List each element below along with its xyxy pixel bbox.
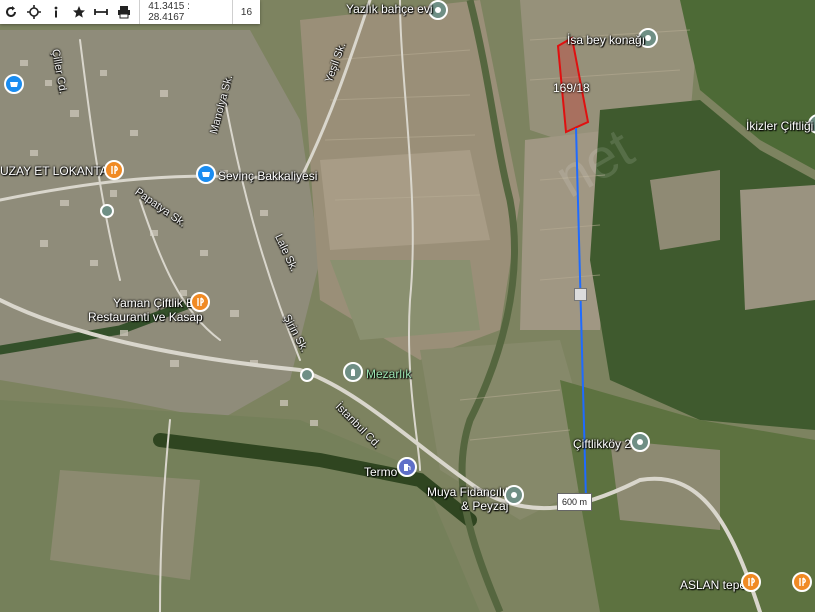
- measure-icon[interactable]: [90, 0, 113, 24]
- place-label-aslan[interactable]: ASLAN tepe: [680, 578, 746, 592]
- info-icon[interactable]: [45, 0, 68, 24]
- bus-stop-icon[interactable]: [300, 368, 314, 382]
- place-label-yaman-2[interactable]: Restauranti ve Kasap: [88, 310, 203, 324]
- zoom-level-readout: 16: [231, 0, 260, 24]
- place-label-muya-1[interactable]: Muya Fidancılık: [427, 485, 511, 499]
- place-pin-icon[interactable]: [504, 485, 524, 505]
- place-label-mezarlik[interactable]: Mezarlık: [366, 367, 411, 381]
- refresh-icon[interactable]: [0, 0, 23, 24]
- map-view[interactable]: net 169/18 600 m Çiller Cd. Yeşil Sk. Ma…: [0, 0, 815, 612]
- restaurant-pin-icon[interactable]: [792, 572, 812, 592]
- star-icon[interactable]: [68, 0, 91, 24]
- measure-midpoint-handle[interactable]: [574, 288, 587, 301]
- place-label-yaman-1[interactable]: Yaman Çiftlik Et: [113, 296, 197, 310]
- place-label-yazlik[interactable]: Yazlık bahçe evi: [346, 2, 433, 16]
- restaurant-pin-icon[interactable]: [190, 292, 210, 312]
- restaurant-pin-icon[interactable]: [741, 572, 761, 592]
- locate-icon[interactable]: [23, 0, 46, 24]
- bus-stop-icon[interactable]: [100, 204, 114, 218]
- fuel-pin-icon[interactable]: [397, 457, 417, 477]
- restaurant-pin-icon[interactable]: [104, 160, 124, 180]
- place-label-ciftlikkoy[interactable]: Çiftlikköy 2: [573, 437, 631, 451]
- coordinates-readout: 41.3415 : 28.4167: [139, 0, 232, 24]
- place-label-ikizler[interactable]: İkizler Çiftliği: [746, 119, 813, 133]
- shop-pin-icon[interactable]: [4, 74, 24, 94]
- place-label-sevinc[interactable]: Sevinç Bakkaliyesi: [218, 169, 317, 183]
- parcel-label: 169/18: [553, 81, 590, 95]
- place-label-uzay[interactable]: UZAY ET LOKANTASI: [0, 164, 119, 178]
- distance-label: 600 m: [557, 493, 593, 511]
- place-label-muya-2[interactable]: & Peyzaj: [461, 499, 508, 513]
- place-pin-icon[interactable]: [630, 432, 650, 452]
- map-toolbar: 41.3415 : 28.4167 16: [0, 0, 260, 24]
- print-icon[interactable]: [113, 0, 136, 24]
- place-label-isa-bey[interactable]: İsa bey konağı: [567, 33, 645, 47]
- place-label-termo[interactable]: Termo: [364, 465, 397, 479]
- cemetery-pin-icon[interactable]: [343, 362, 363, 382]
- shop-pin-icon[interactable]: [196, 164, 216, 184]
